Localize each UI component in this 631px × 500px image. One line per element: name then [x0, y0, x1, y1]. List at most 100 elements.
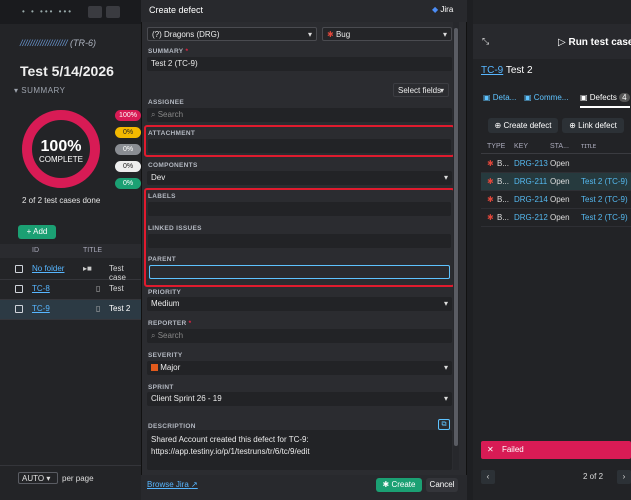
bug-icon: ✱ — [487, 177, 494, 186]
sprint-select[interactable]: Client Sprint 26 - 19 ▾ — [147, 392, 452, 406]
testcase-heading: TC-9 Test 2 — [481, 65, 533, 76]
row-checkbox[interactable] — [15, 265, 23, 273]
labels-input[interactable] — [148, 202, 451, 216]
jira-badge: ◆ Jira — [432, 5, 454, 14]
chevron-left-icon[interactable]: ‹ — [481, 470, 495, 484]
page-size-select[interactable]: AUTO ▾ — [18, 472, 58, 484]
reporter-label: REPORTER * — [148, 320, 192, 327]
completion-label: COMPLETE — [38, 155, 83, 164]
play-icon: ▷ — [558, 37, 569, 48]
chevron-down-icon: ▾ — [442, 30, 447, 39]
link-icon: ⊕ — [569, 121, 579, 130]
chevron-down-icon: ▾ — [46, 474, 51, 483]
assignee-input[interactable]: ⌕ Search — [147, 108, 452, 122]
table-row[interactable]: TC-8 ▯ Test — [0, 280, 141, 300]
defect-row[interactable]: ✱ B... DRG-211 Open Test 2 (TC-9) — [481, 173, 631, 191]
panel-tabs: ▣ Deta... ▣ Comme... ▣ Defects 4 — [478, 88, 631, 108]
create-defect-button[interactable]: ⊕ Create defect — [488, 118, 558, 133]
description-label: DESCRIPTION — [148, 423, 196, 430]
create-button[interactable]: ✱ Create — [376, 478, 422, 492]
cancel-button[interactable]: Cancel — [426, 478, 458, 492]
chevron-down-icon: ▾ — [307, 30, 312, 39]
completion-percent: 100% — [40, 138, 82, 155]
tab-comments[interactable]: ▣ Comme... — [524, 88, 568, 108]
chevron-down-icon: ▾ — [443, 363, 448, 372]
row-checkbox[interactable] — [15, 285, 23, 293]
tab-defects[interactable]: ▣ Defects 4 — [580, 88, 630, 108]
chevron-down-icon: ▾ — [443, 173, 448, 182]
result-failed-button[interactable]: ✕ Failed — [481, 441, 631, 459]
link-defect-button[interactable]: ⊕ Link defect — [562, 118, 624, 133]
defect-row[interactable]: ✱ B... DRG-213 Open — [481, 155, 631, 173]
bug-icon: ✱ — [327, 30, 336, 39]
chevron-down-icon: ▾ — [439, 86, 444, 95]
nav-back-button[interactable] — [88, 6, 102, 18]
clipboard-icon: ▯ — [96, 304, 101, 313]
folder-icon: ▸■ — [83, 264, 92, 273]
testcase-link[interactable]: TC-9 — [32, 304, 50, 313]
breadcrumb[interactable]: /////////////////// (TR-6) — [20, 38, 96, 48]
assignee-label: ASSIGNEE — [148, 99, 184, 106]
dialog-title: Create defect — [149, 5, 204, 15]
chevron-down-icon: ▾ — [443, 394, 448, 403]
status-pill-skipped: 0% — [115, 144, 141, 155]
reporter-input[interactable]: ⌕ Search — [147, 329, 452, 343]
table-row[interactable]: TC-9 ▯ Test 2 — [0, 300, 141, 320]
project-select[interactable]: (?) Dragons (DRG) ▾ — [147, 27, 317, 41]
defect-row[interactable]: ✱ B... DRG-214 Open Test 2 (TC-9) — [481, 191, 631, 209]
tab-details[interactable]: ▣ Deta... — [483, 88, 516, 108]
bug-icon: ▣ — [580, 93, 590, 102]
app-logo: • • ••• ••• — [22, 7, 74, 16]
info-icon: ▣ — [483, 93, 493, 102]
table-header: ID TITLE — [0, 244, 141, 258]
status-pill-untested: 0% — [115, 161, 141, 172]
run-panel-title: ▷ Run test case — [558, 37, 631, 48]
select-fields-button[interactable]: Select fields ▾ — [393, 83, 449, 97]
clipboard-icon: ▯ — [96, 284, 101, 293]
summary-toggle[interactable]: ▾ SUMMARY — [14, 86, 66, 95]
folder-link[interactable]: No folder — [32, 264, 64, 273]
defects-count-badge: 4 — [619, 93, 630, 102]
comment-icon: ▣ — [524, 93, 534, 102]
priority-select[interactable]: Medium ▾ — [147, 297, 452, 311]
severity-select[interactable]: Major ▾ — [147, 361, 452, 375]
components-label: COMPONENTS — [148, 162, 198, 169]
labels-label: LABELS — [148, 193, 176, 200]
defects-table-header: TYPE KEY STA... ᴛɪᴛʟᴇ — [481, 140, 631, 154]
collapse-icon[interactable]: ⤡ — [482, 36, 489, 47]
bug-icon: ✱ — [487, 159, 494, 168]
parent-input[interactable] — [149, 265, 450, 279]
copy-icon[interactable]: ⧉ — [438, 419, 450, 430]
table-row[interactable]: No folder ▸■ Test case — [0, 260, 141, 282]
testcase-link[interactable]: TC-8 — [32, 284, 50, 293]
nav-menu-button[interactable] — [106, 6, 120, 18]
attachment-dropzone[interactable] — [148, 139, 451, 153]
linked-issues-label: LINKED ISSUES — [148, 225, 202, 232]
row-checkbox[interactable] — [15, 305, 23, 313]
bug-icon: ✱ — [487, 195, 494, 204]
summary-label: SUMMARY * — [148, 48, 189, 55]
add-button[interactable]: + Add — [18, 225, 56, 239]
description-textarea[interactable]: Shared Account created this defect for T… — [147, 430, 452, 470]
done-count: 2 of 2 test cases done — [22, 196, 101, 205]
scrollbar-thumb[interactable] — [454, 28, 458, 446]
components-select[interactable]: Dev ▾ — [147, 171, 452, 185]
title-header: ᴛɪᴛʟᴇ — [581, 143, 597, 150]
attachment-label: ATTACHMENT — [148, 130, 196, 137]
severity-label: SEVERITY — [148, 352, 183, 359]
severity-icon — [151, 364, 158, 371]
external-link-icon: ↗ — [191, 480, 198, 489]
chevron-right-icon[interactable]: › — [617, 470, 631, 484]
sprint-label: SPRINT — [148, 384, 174, 391]
search-icon: ⌕ — [151, 110, 158, 119]
browse-jira-link[interactable]: Browse Jira ↗ — [147, 480, 198, 489]
status-pill-passed: 100% — [115, 110, 141, 121]
bug-icon: ✱ — [487, 213, 494, 222]
summary-input[interactable]: Test 2 (TC-9) — [147, 57, 452, 71]
defect-row[interactable]: ✱ B... DRG-212 Open Test 2 (TC-9) — [481, 209, 631, 227]
parent-label: PARENT — [148, 256, 177, 263]
search-icon: ⌕ — [151, 331, 158, 340]
issue-type-select[interactable]: ✱ Bug ▾ — [322, 27, 452, 41]
status-pill-other: 0% — [115, 178, 141, 189]
linked-issues-input[interactable] — [148, 234, 451, 248]
